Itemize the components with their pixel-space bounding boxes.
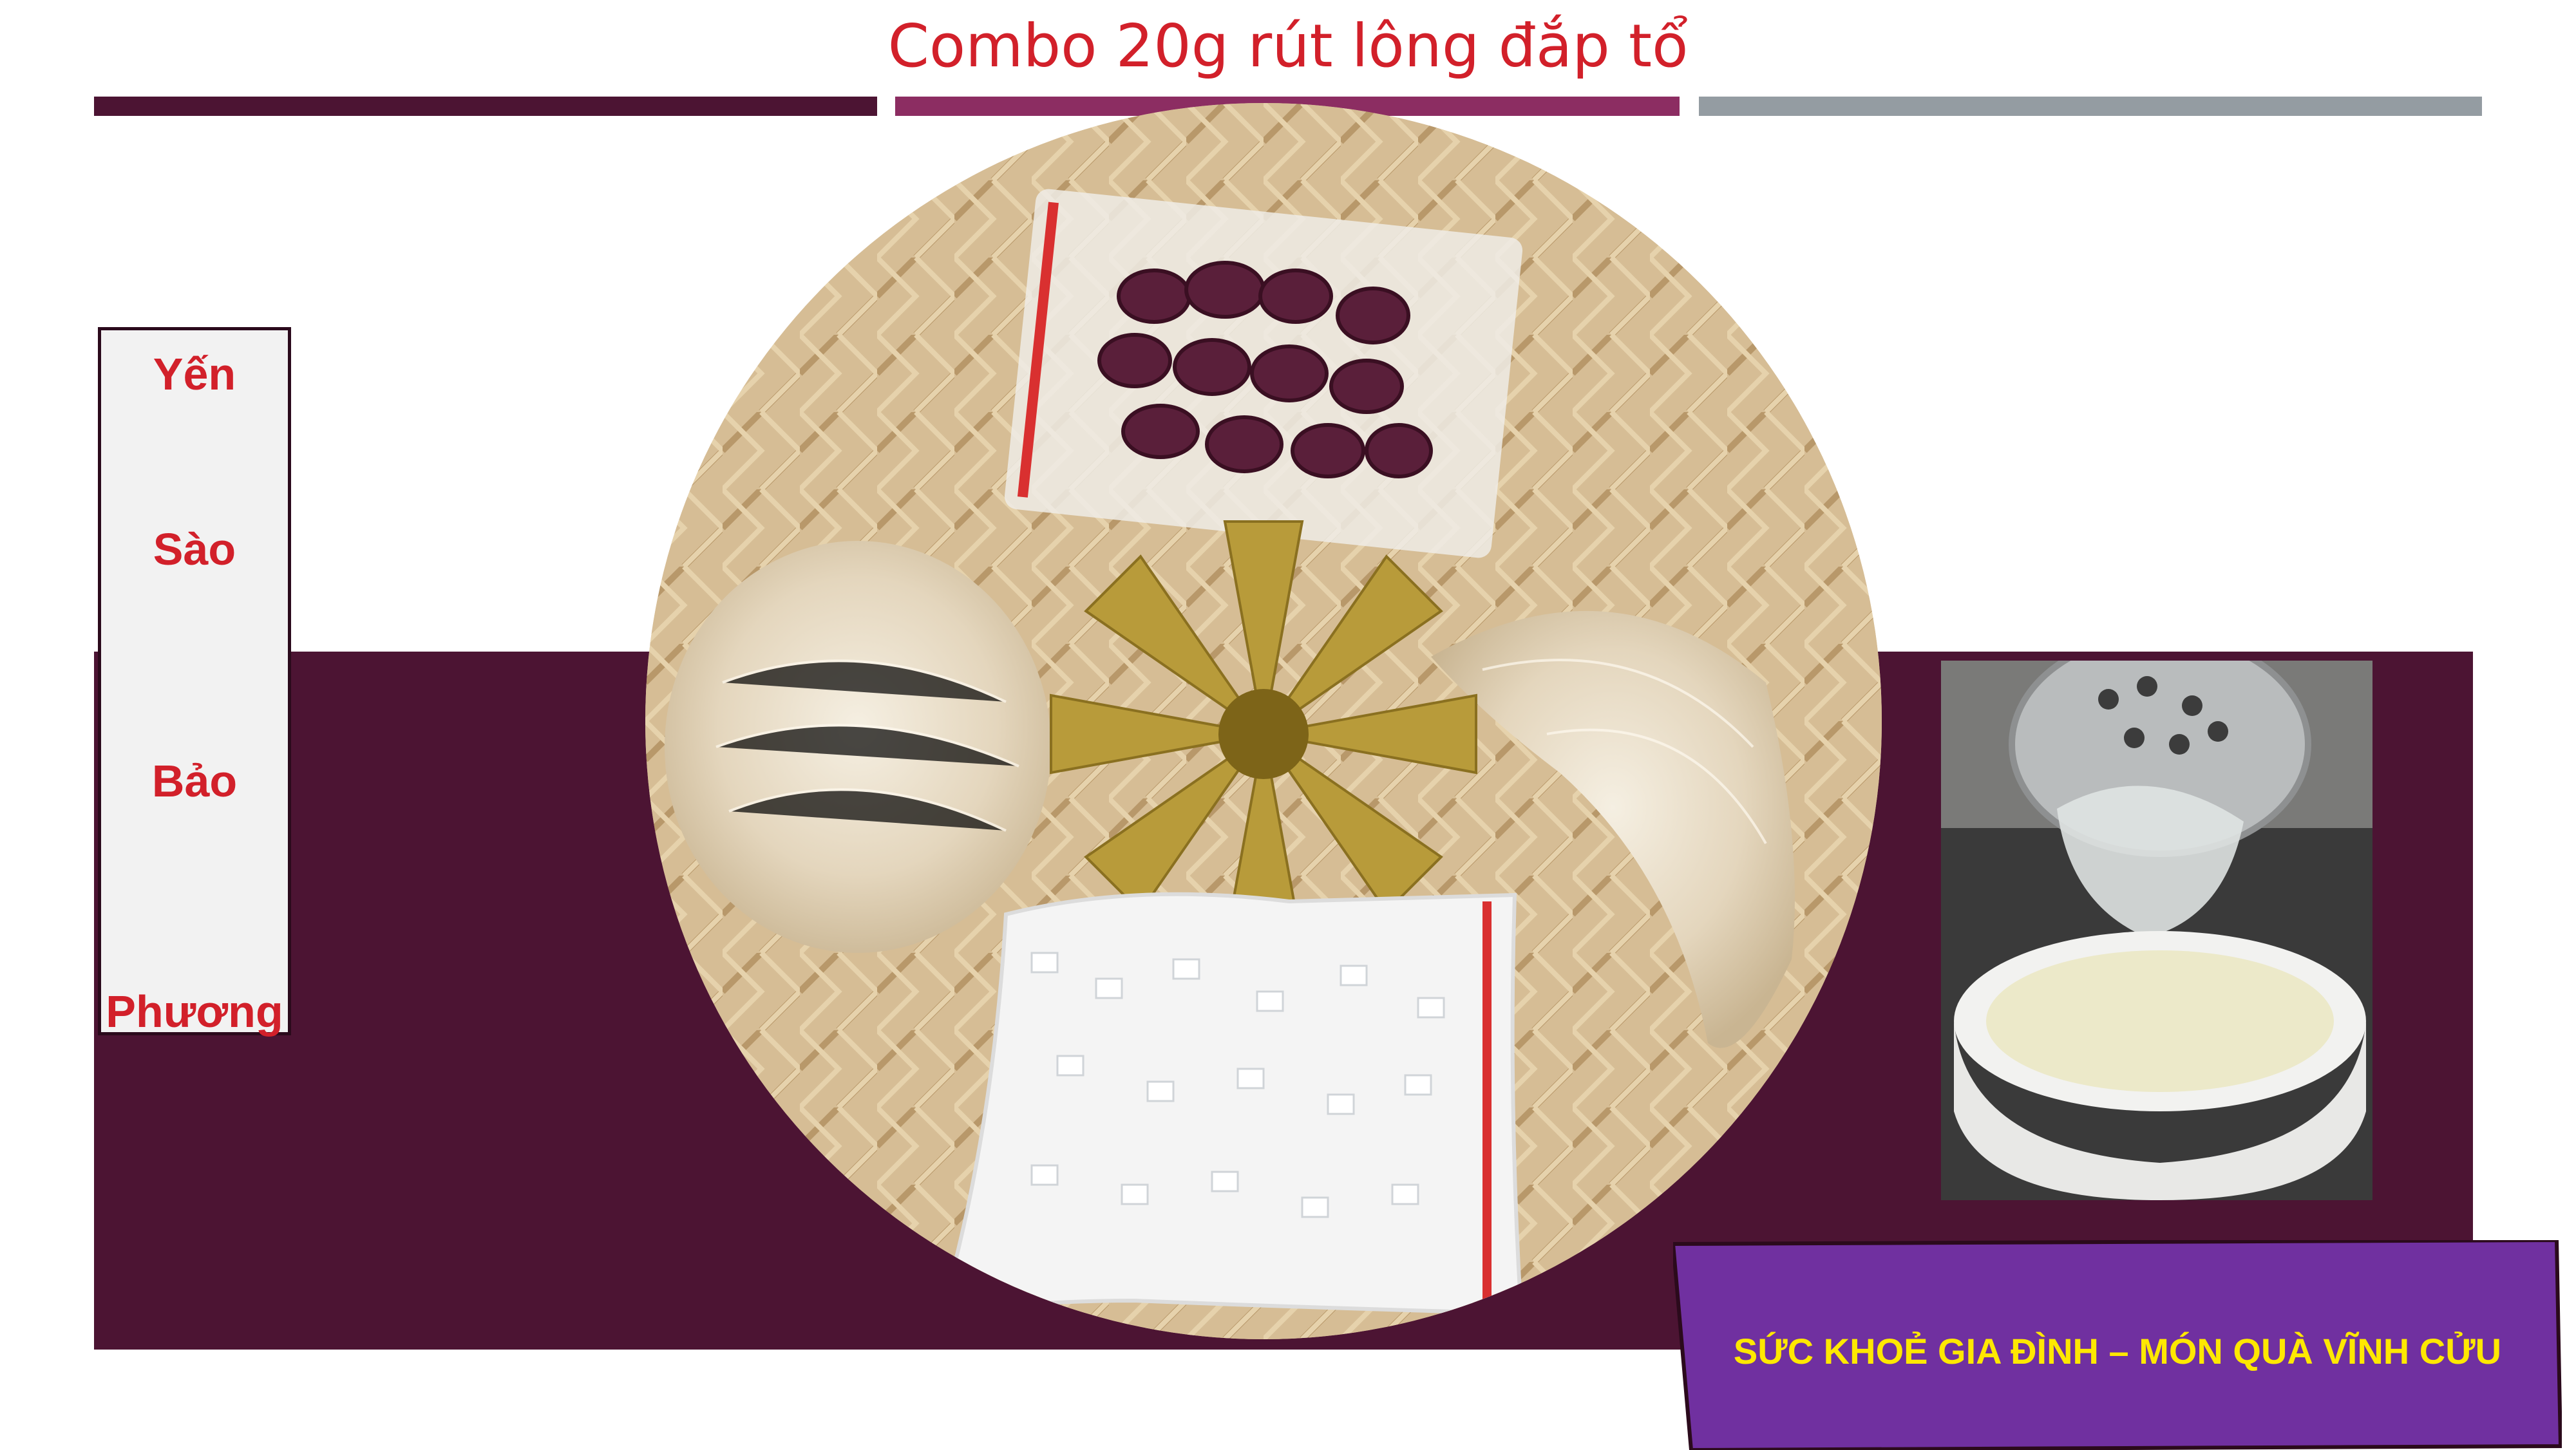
- jujube-bag: [1004, 189, 1523, 558]
- brand-name-box: Yến Sào Bảo Phương: [98, 327, 291, 1037]
- header-bar-plum: [94, 97, 877, 116]
- brand-word-sao: Sào: [153, 524, 236, 574]
- brand-word-bao: Bảo: [151, 756, 238, 806]
- brand-word-phuong: Phương: [106, 986, 283, 1037]
- gold-flower: [1050, 520, 1477, 948]
- slogan-banner: SỨC KHOẺ GIA ĐÌNH – MÓN QUÀ VĨNH CỬU: [1673, 1240, 2562, 1450]
- slogan-text: SỨC KHOẺ GIA ĐÌNH – MÓN QUÀ VĨNH CỬU: [1733, 1330, 2502, 1371]
- header-bar-gray: [1699, 97, 2482, 116]
- product-photo: [645, 103, 1882, 1339]
- side-photo: [1941, 661, 2372, 1200]
- side-photo-image: [1941, 661, 2372, 1200]
- brand-word-yen: Yến: [153, 349, 236, 399]
- product-photo-image: [645, 103, 1882, 1339]
- rock-sugar-bag: [938, 892, 1524, 1316]
- slide-title: Combo 20g rút lông đắp tổ: [887, 12, 1689, 80]
